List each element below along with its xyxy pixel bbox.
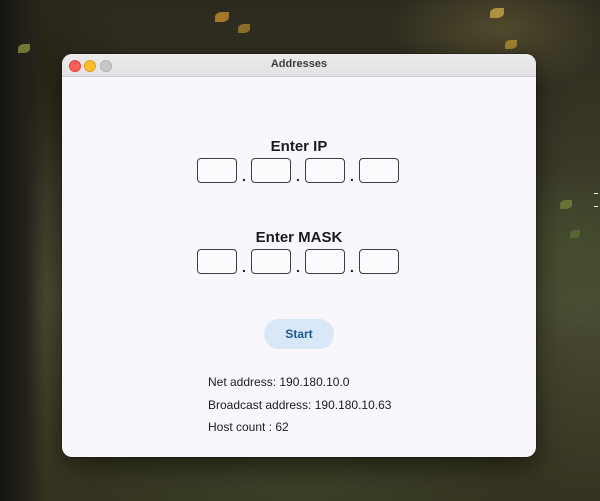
ip-octet-1-input[interactable] xyxy=(197,158,237,183)
net-address-label: Net address: 190.180.10.0 xyxy=(208,375,350,389)
window-content: Enter IP . . . Enter MASK . . . Start Ne… xyxy=(62,77,536,457)
mask-heading: Enter MASK xyxy=(255,229,343,246)
mask-separator-dot: . xyxy=(350,259,354,275)
wallpaper-leaf xyxy=(570,230,580,238)
mask-octet-1-input[interactable] xyxy=(197,249,237,274)
wallpaper-leaf xyxy=(560,200,572,209)
ip-octet-row: . . . xyxy=(197,157,399,183)
ip-heading: Enter IP xyxy=(270,138,328,155)
window-title: Addresses xyxy=(270,58,328,70)
mask-octet-2-input[interactable] xyxy=(251,249,291,274)
start-button[interactable]: Start xyxy=(264,319,334,349)
wallpaper-leaf xyxy=(490,8,504,18)
mask-separator-dot: . xyxy=(242,259,246,275)
host-count-label: Host count : 62 xyxy=(208,420,289,434)
mask-octet-4-input[interactable] xyxy=(359,249,399,274)
wallpaper-leaf xyxy=(18,44,30,53)
wallpaper-tree-trunk xyxy=(0,0,46,501)
ip-octet-2-input[interactable] xyxy=(251,158,291,183)
mask-octet-row: . . . xyxy=(197,248,399,274)
mask-octet-3-input[interactable] xyxy=(305,249,345,274)
addresses-window: Addresses Enter IP . . . Enter MASK . . … xyxy=(62,54,536,457)
ip-octet-3-input[interactable] xyxy=(305,158,345,183)
resize-cursor-icon xyxy=(594,193,598,207)
broadcast-address-label: Broadcast address: 190.180.10.63 xyxy=(208,398,392,412)
ip-separator-dot: . xyxy=(242,168,246,184)
title-bar[interactable]: Addresses xyxy=(62,54,536,77)
wallpaper-leaf xyxy=(505,40,517,49)
wallpaper-leaf xyxy=(238,24,250,33)
ip-separator-dot: . xyxy=(350,168,354,184)
mask-separator-dot: . xyxy=(296,259,300,275)
ip-separator-dot: . xyxy=(296,168,300,184)
ip-octet-4-input[interactable] xyxy=(359,158,399,183)
wallpaper-leaf xyxy=(215,12,229,22)
